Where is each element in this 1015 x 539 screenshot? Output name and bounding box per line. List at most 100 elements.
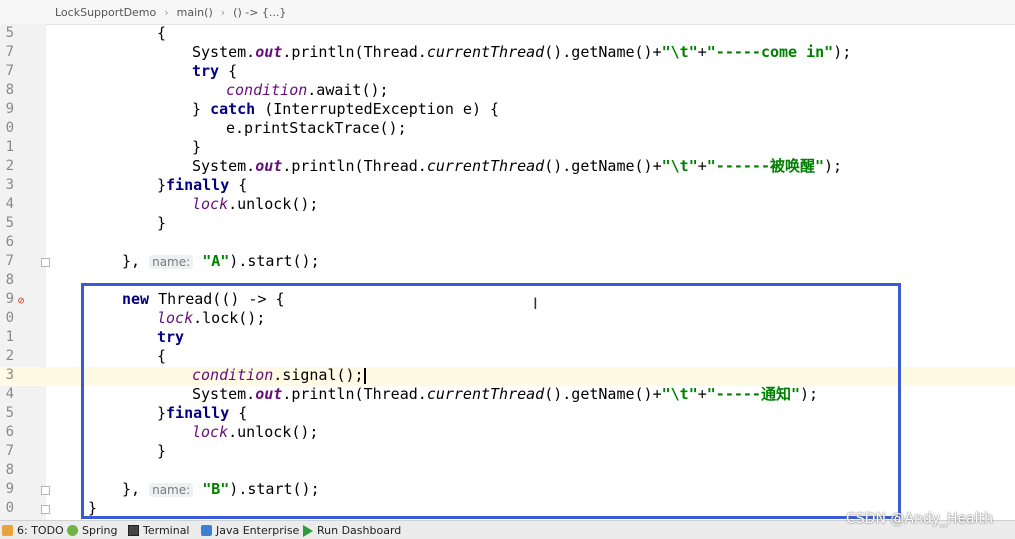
code-token: out: [255, 43, 283, 61]
code-line: }, name: "A").start();: [122, 252, 320, 271]
code-line: try {: [192, 62, 237, 81]
line-number: 5: [5, 215, 14, 231]
code-token: currentThread: [426, 43, 545, 61]
code-token: {: [219, 62, 238, 80]
line-number: 0: [5, 310, 14, 326]
code-token: e.printStackTrace();: [226, 119, 407, 137]
code-line: lock.unlock();: [192, 195, 318, 214]
code-token: +: [697, 157, 707, 175]
code-token: catch: [210, 100, 256, 118]
code-token: "------被唤醒": [706, 157, 825, 175]
code-token: "\t": [661, 43, 698, 61]
code-token: }: [157, 214, 167, 232]
code-token: }: [192, 100, 211, 118]
code-token: ).start();: [229, 252, 320, 270]
line-number: 1: [5, 329, 14, 345]
code-token: .unlock();: [228, 195, 319, 213]
line-number: 0: [5, 500, 14, 516]
terminal-icon: [128, 525, 139, 536]
code-token: condition: [226, 81, 308, 99]
line-number: 2: [5, 158, 14, 174]
code-line: System.out.println(Thread.currentThread(…: [192, 157, 842, 176]
breadcrumb-class[interactable]: LockSupportDemo: [55, 6, 156, 19]
todo-tab[interactable]: 6: TODO: [2, 524, 64, 537]
fold-marker-icon[interactable]: [41, 258, 50, 267]
terminal-tab[interactable]: Terminal: [128, 524, 190, 537]
code-token: "A": [202, 252, 230, 270]
code-token: try: [192, 62, 220, 80]
spring-icon: [67, 525, 78, 536]
code-line: }finally {: [157, 176, 247, 195]
breadcrumb-separator-icon: ›: [220, 5, 226, 19]
code-token: finally: [166, 176, 230, 194]
line-number: 3: [5, 177, 14, 193]
code-token: .println(Thread.: [282, 43, 427, 61]
code-token: }: [157, 176, 167, 194]
fold-marker-icon[interactable]: [41, 505, 50, 514]
code-line: }: [192, 138, 201, 157]
code-token: );: [833, 43, 852, 61]
code-line: } catch (InterruptedException e) {: [192, 100, 499, 119]
code-token: ().getName()+: [544, 43, 662, 61]
highlight-rectangle: [81, 283, 901, 519]
line-number: 7: [5, 63, 14, 79]
java-enterprise-label: Java Enterprise: [216, 524, 300, 537]
line-number: 2: [5, 348, 14, 364]
todo-label: 6: TODO: [17, 524, 64, 537]
line-number: 4: [5, 196, 14, 212]
code-token: System.: [192, 157, 256, 175]
line-number: 9: [5, 291, 14, 307]
code-token: lock: [192, 195, 229, 213]
line-number: 7: [5, 253, 14, 269]
code-token: }: [192, 138, 202, 156]
java-enterprise-tab[interactable]: Java Enterprise: [201, 524, 299, 537]
code-line: {: [157, 24, 166, 43]
run-dashboard-tab[interactable]: Run Dashboard: [303, 524, 401, 537]
code-token: );: [824, 157, 843, 175]
lambda-override-icon[interactable]: ⊘: [14, 294, 28, 308]
breadcrumb-lambda[interactable]: () -> {...}: [233, 6, 286, 19]
code-token: +: [697, 43, 707, 61]
watermark: CSDN @Andy_Health: [846, 511, 993, 527]
code-token: .println(Thread.: [282, 157, 427, 175]
code-token: System.: [192, 43, 256, 61]
code-token: (InterruptedException e) {: [255, 100, 500, 118]
code-token: "\t": [661, 157, 698, 175]
java-enterprise-icon: [201, 525, 212, 536]
line-number: 0: [5, 120, 14, 136]
line-number: 5: [5, 25, 14, 41]
code-token: {: [229, 176, 248, 194]
line-number: 6: [5, 424, 14, 440]
breadcrumb: LockSupportDemo › main() › () -> {...}: [0, 0, 1015, 25]
line-number: 4: [5, 386, 14, 402]
line-number: 5: [5, 405, 14, 421]
line-number: 9: [5, 101, 14, 117]
line-number: 8: [5, 272, 14, 288]
code-line: System.out.println(Thread.currentThread(…: [192, 43, 851, 62]
code-line: e.printStackTrace();: [226, 119, 407, 138]
play-icon: [303, 524, 313, 537]
line-number: 8: [5, 82, 14, 98]
code-token: {: [157, 24, 167, 42]
line-number: 6: [5, 234, 14, 250]
code-token: out: [255, 157, 283, 175]
spring-label: Spring: [82, 524, 118, 537]
line-number: 3: [5, 367, 14, 383]
run-dashboard-label: Run Dashboard: [317, 524, 402, 537]
code-token: currentThread: [426, 157, 545, 175]
line-number: 1: [5, 139, 14, 155]
line-number: 7: [5, 443, 14, 459]
line-number: 8: [5, 462, 14, 478]
breadcrumb-method[interactable]: main(): [177, 6, 213, 19]
spring-tab[interactable]: Spring: [67, 524, 118, 537]
parameter-hint: name:: [149, 255, 194, 269]
code-line: }: [157, 214, 166, 233]
line-number: 7: [5, 44, 14, 60]
code-token: "-----come in": [706, 43, 834, 61]
code-token: },: [122, 252, 150, 270]
code-token: ().getName()+: [544, 157, 662, 175]
fold-marker-icon[interactable]: [41, 486, 50, 495]
code-line: condition.await();: [226, 81, 389, 100]
breadcrumb-separator-icon: ›: [164, 5, 169, 19]
